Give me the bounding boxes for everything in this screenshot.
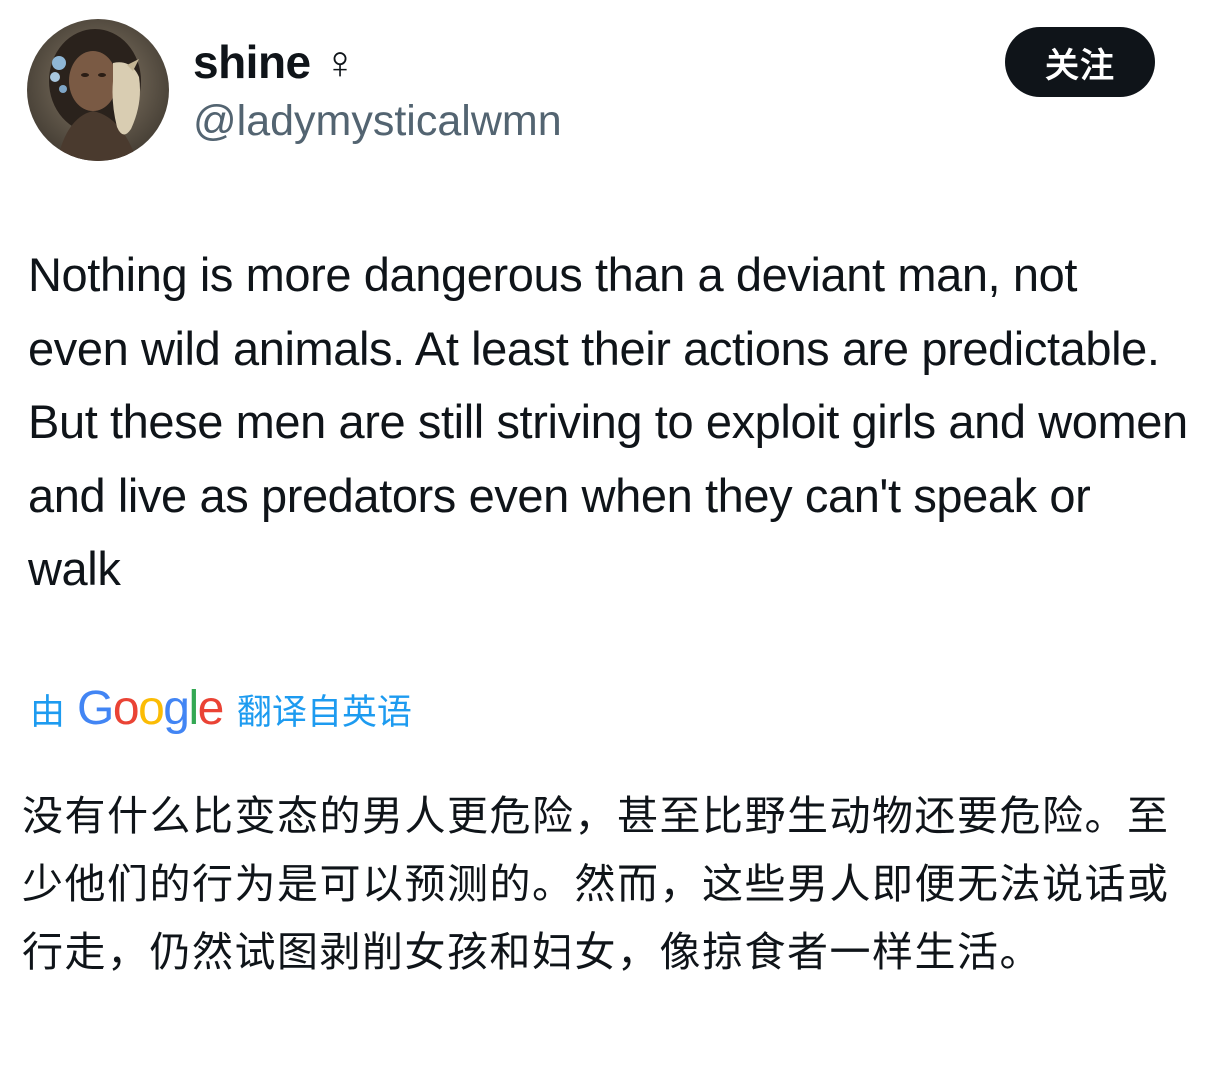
follow-button[interactable]: 关注 [1005,27,1155,97]
translated-text: 没有什么比变态的男人更危险，甚至比野生动物还要危险。至少他们的行为是可以预测的。… [22,792,1170,976]
translation-suffix: 翻译自英语 [236,692,412,733]
avatar-image [27,19,169,161]
author-handle[interactable]: @ladymysticalwmn [193,95,562,147]
translation-attribution[interactable]: 由 Google 翻译自英语 [30,678,412,740]
translation-prefix: 由 [30,692,66,733]
tweet-text: Nothing is more dangerous than a deviant… [28,248,1188,595]
google-logo: Google [77,682,224,735]
author-display-name[interactable]: shine ♀ [193,34,357,90]
avatar[interactable] [27,19,169,161]
